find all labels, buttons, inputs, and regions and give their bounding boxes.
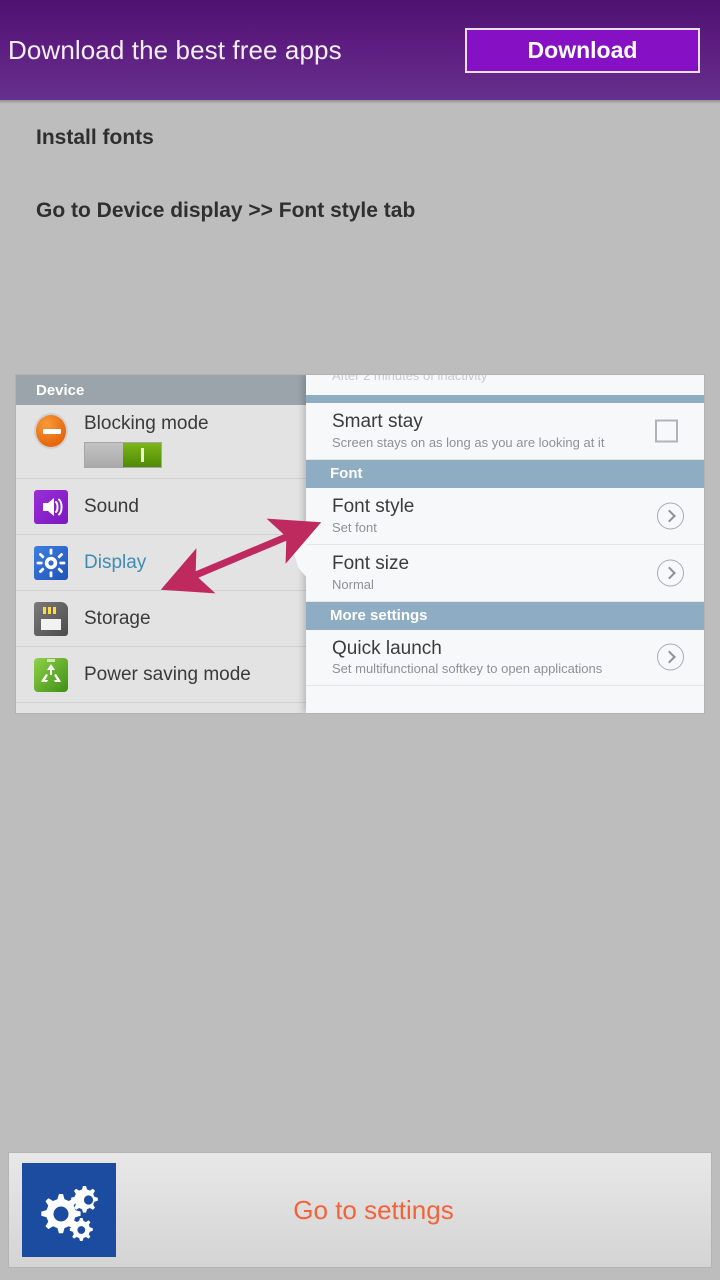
app-root: Download the best free apps Download Ins… [0, 0, 720, 1280]
toggle-off-side [85, 443, 123, 467]
clipped-previous-row: After 2 minutes of inactivity [306, 375, 704, 395]
sidebar-item-label: Power saving mode [84, 663, 251, 685]
row-subtitle: Normal [332, 576, 374, 592]
sidebar-item-label: Display [84, 551, 147, 573]
sidebar-item-sound[interactable]: Sound [16, 479, 306, 535]
row-subtitle: Set font [332, 519, 377, 535]
row-title: Smart stay [332, 411, 423, 432]
row-title: Font size [332, 552, 410, 574]
settings-row-font-size[interactable]: Font size Normal [306, 544, 704, 602]
settings-left-panel: Device Blocking mode Sound Display Stora… [16, 375, 306, 713]
row-title: Font style [332, 495, 415, 517]
download-button[interactable]: Download [465, 27, 700, 73]
settings-row-quick-launch[interactable]: Quick launch Set multifunctional softkey… [306, 629, 704, 687]
row-subtitle: Set multifunctional softkey to open appl… [332, 661, 603, 677]
sidebar-item-label: Blocking mode [84, 413, 209, 434]
sidebar-item-blocking-mode[interactable]: Blocking mode [16, 405, 306, 479]
battery-recycle-icon [34, 657, 68, 692]
sidebar-item-storage[interactable]: Storage [16, 591, 306, 647]
chevron-right-icon[interactable] [657, 502, 684, 530]
go-to-settings-bar[interactable]: Go to settings [8, 1152, 712, 1268]
page-instruction: Go to Device display >> Font style tab [36, 199, 416, 222]
speaker-icon [34, 489, 68, 524]
chevron-right-icon[interactable] [657, 559, 684, 587]
sidebar-item-label: Sound [84, 495, 139, 517]
sd-card-icon [34, 601, 68, 636]
brightness-icon [34, 545, 68, 580]
ad-banner-text: Download the best free apps [8, 34, 342, 65]
do-not-disturb-icon [34, 413, 68, 449]
settings-row-font-style[interactable]: Font style Set font [306, 487, 704, 545]
device-section-header: Device [16, 375, 306, 405]
blocking-mode-toggle[interactable] [84, 442, 162, 468]
section-header-more-settings: More settings [306, 601, 704, 630]
settings-gears-icon [22, 1163, 116, 1257]
ad-banner: Download the best free apps Download [0, 0, 720, 100]
row-title: Quick launch [332, 637, 442, 659]
settings-right-panel: After 2 minutes of inactivity Features S… [294, 375, 704, 713]
settings-row-smart-stay[interactable]: Smart stay Screen stays on as long as yo… [306, 403, 704, 460]
page-content: Install fonts Go to Device display >> Fo… [0, 104, 720, 1144]
go-to-settings-label: Go to settings [293, 1194, 454, 1225]
chevron-right-icon[interactable] [657, 643, 684, 671]
settings-screenshot: Device Blocking mode Sound Display Stora… [16, 375, 704, 713]
section-header-font: Font [306, 459, 704, 488]
blocking-mode-content: Blocking mode [68, 413, 209, 468]
sidebar-item-label: Storage [84, 607, 151, 629]
row-subtitle: Screen stays on as long as you are looki… [332, 434, 605, 450]
toggle-on-side [123, 443, 161, 467]
page-title: Install fonts [36, 126, 154, 149]
smart-stay-checkbox[interactable] [655, 419, 678, 443]
sidebar-item-display[interactable]: Display [16, 535, 306, 591]
sidebar-item-power-saving-mode[interactable]: Power saving mode [16, 647, 306, 703]
